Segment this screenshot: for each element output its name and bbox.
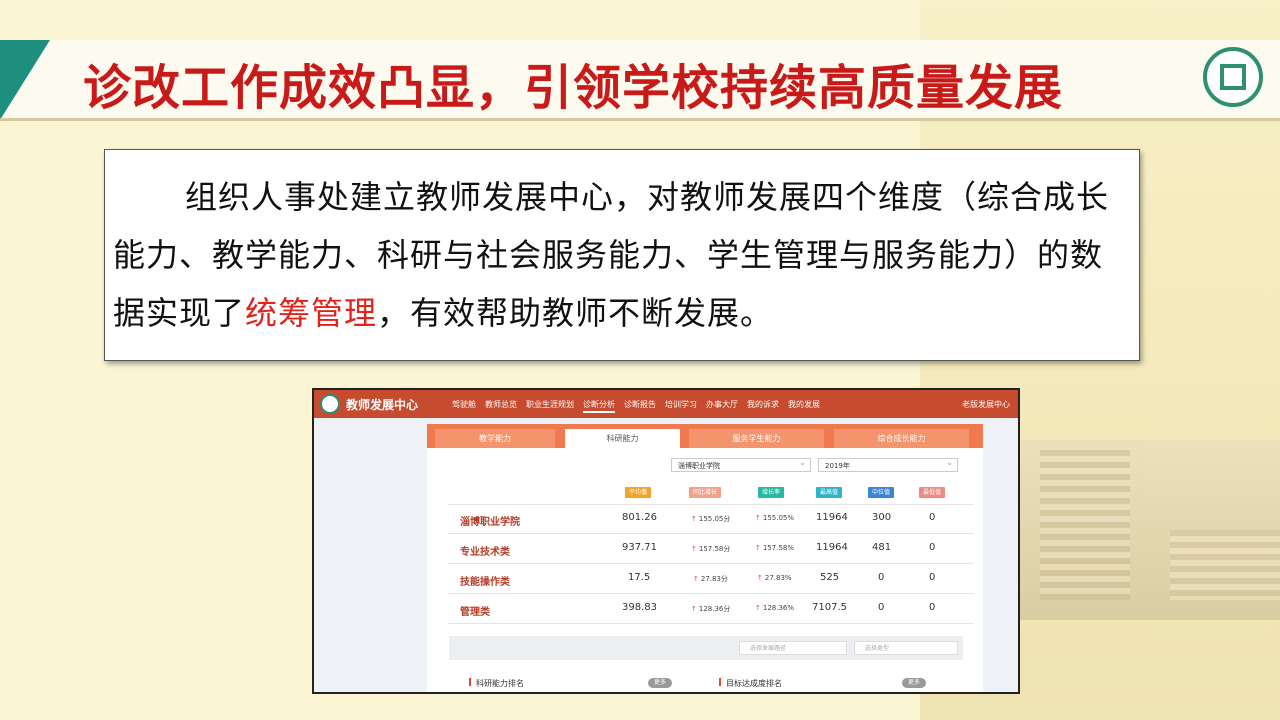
row-rate: 128.36%: [755, 604, 794, 612]
paragraph-highlight: 统筹管理: [245, 294, 378, 332]
row-name: 专业技术类: [460, 547, 510, 558]
year-select[interactable]: 2019年: [818, 456, 958, 472]
col-rate: 增长率: [758, 487, 785, 498]
more-button[interactable]: 更多: [902, 678, 926, 688]
row-median: 0: [878, 572, 885, 583]
screenshot-brand: 教师发展中心: [346, 398, 419, 412]
row-name: 技能操作类: [460, 577, 510, 588]
row-max: 11964: [816, 512, 848, 523]
row-name: 淄博职业学院: [460, 517, 520, 528]
divider: [448, 504, 974, 505]
tab-service[interactable]: 服务学生能力: [689, 429, 824, 448]
row-avg: 398.83: [622, 602, 657, 613]
divider: [448, 563, 974, 564]
more-button[interactable]: 更多: [648, 678, 672, 688]
title-accent-shape: [0, 40, 50, 120]
goal-rank-title: 目标达成度排名: [719, 678, 782, 689]
col-min: 最低值: [919, 487, 946, 498]
type-select[interactable]: 选择类型: [854, 641, 958, 655]
row-median: 481: [872, 542, 892, 553]
row-rate: 157.58%: [755, 544, 794, 552]
row-yoy: 128.36分: [691, 604, 731, 614]
description-box: 组织人事处建立教师发展中心，对教师发展四个维度（综合成长能力、教学能力、科研与社…: [104, 149, 1140, 361]
menu-item[interactable]: 职业生涯规划: [526, 399, 574, 413]
screenshot-menu: 驾驶舱 教师总览 职业生涯规划 诊断分析 诊断报告 培训学习 办事大厅 我的诉求…: [452, 399, 829, 413]
row-rate: 27.83%: [757, 574, 792, 582]
menu-item[interactable]: 驾驶舱: [452, 399, 476, 413]
title-underline: [0, 118, 1280, 121]
row-max: 11964: [816, 542, 848, 553]
paragraph-text-end: ，有效帮助教师不断发展。: [377, 294, 774, 332]
divider: [448, 533, 974, 534]
row-yoy: 157.58分: [691, 544, 731, 554]
row-name: 管理类: [460, 607, 490, 618]
path-select[interactable]: 选择发展路径: [739, 641, 847, 655]
menu-item[interactable]: 培训学习: [665, 399, 697, 413]
row-yoy: 27.83分: [693, 574, 728, 584]
row-yoy: 155.05分: [691, 514, 731, 524]
school-logo-icon: [1203, 47, 1263, 107]
row-max: 7107.5: [812, 602, 847, 613]
campus-building-image: [1010, 440, 1280, 620]
screenshot-logo-icon: [320, 394, 340, 414]
row-avg: 801.26: [622, 512, 657, 523]
college-select[interactable]: 淄博职业学院: [671, 456, 811, 472]
slide-title: 诊改工作成效凸显，引领学校持续高质量发展: [83, 60, 1064, 116]
row-avg: 937.71: [622, 542, 657, 553]
menu-item[interactable]: 诊断报告: [624, 399, 656, 413]
tabs-row: 教学能力 科研能力 服务学生能力 综合成长能力: [427, 424, 983, 448]
row-median: 300: [872, 512, 892, 523]
tab-comprehensive[interactable]: 综合成长能力: [834, 429, 969, 448]
system-screenshot: 教师发展中心 驾驶舱 教师总览 职业生涯规划 诊断分析 诊断报告 培训学习 办事…: [312, 388, 1020, 694]
tab-research[interactable]: 科研能力: [565, 429, 680, 448]
col-avg: 平均值: [625, 487, 652, 498]
row-max: 525: [820, 572, 840, 583]
menu-item[interactable]: 办事大厅: [706, 399, 738, 413]
row-median: 0: [878, 602, 885, 613]
description-paragraph: 组织人事处建立教师发展中心，对教师发展四个维度（综合成长能力、教学能力、科研与社…: [113, 168, 1125, 342]
row-min: 0: [929, 602, 936, 613]
row-min: 0: [929, 512, 936, 523]
bottom-filter-bar: 选择发展路径 选择类型: [449, 636, 963, 660]
col-max: 最高值: [816, 487, 843, 498]
menu-item[interactable]: 我的诉求: [747, 399, 779, 413]
tab-teaching[interactable]: 教学能力: [435, 429, 555, 448]
col-median: 中位值: [868, 487, 895, 498]
col-yoy: 同比增长: [689, 487, 722, 498]
divider: [448, 593, 974, 594]
row-min: 0: [929, 572, 936, 583]
research-rank-title: 科研能力排名: [469, 678, 524, 689]
divider: [448, 623, 974, 624]
screenshot-nav-bar: 教师发展中心 驾驶舱 教师总览 职业生涯规划 诊断分析 诊断报告 培训学习 办事…: [314, 390, 1018, 418]
row-avg: 17.5: [628, 572, 651, 583]
menu-item[interactable]: 我的发展: [788, 399, 820, 413]
old-version-link[interactable]: 老版发展中心: [962, 399, 1010, 410]
menu-item[interactable]: 教师总览: [485, 399, 517, 413]
row-min: 0: [929, 542, 936, 553]
menu-item-active[interactable]: 诊断分析: [583, 399, 615, 413]
row-rate: 155.05%: [755, 514, 794, 522]
